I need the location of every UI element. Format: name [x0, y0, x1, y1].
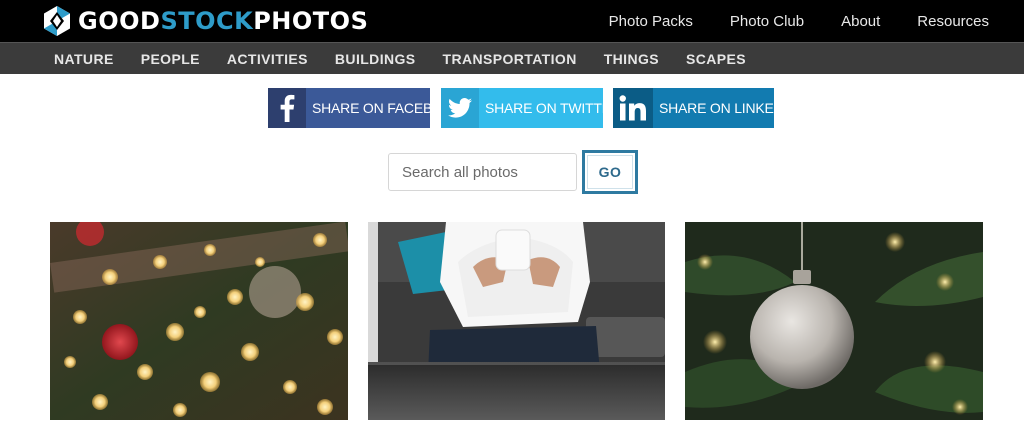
bokeh-lights-image	[50, 222, 348, 420]
share-linkedin-button[interactable]: SHARE ON LINKEDIN	[613, 88, 797, 128]
search-input[interactable]	[388, 153, 577, 191]
go-button[interactable]: GO	[582, 150, 638, 194]
share-twitter-label: SHARE ON TWITTER	[479, 88, 621, 128]
category-people[interactable]: PEOPLE	[141, 51, 200, 67]
linkedin-icon	[613, 88, 653, 128]
silver-ornament-image	[685, 222, 983, 420]
photo-bokeh-christmas-lights[interactable]	[50, 222, 348, 420]
top-bar: GOODSTOCKPHOTOS Photo Packs Photo Club A…	[0, 0, 1024, 42]
nav-about[interactable]: About	[841, 13, 897, 30]
category-scapes[interactable]: SCAPES	[686, 51, 746, 67]
facebook-icon	[268, 88, 306, 128]
category-things[interactable]: THINGS	[604, 51, 659, 67]
share-facebook-label: SHARE ON FACEBOOK	[306, 88, 463, 128]
share-facebook-button[interactable]: SHARE ON FACEBOOK	[268, 88, 463, 128]
nav-resources[interactable]: Resources	[917, 13, 1024, 30]
category-transportation[interactable]: TRANSPORTATION	[443, 51, 577, 67]
photo-silver-ornament[interactable]	[685, 222, 983, 420]
share-linkedin-label: SHARE ON LINKEDIN	[653, 88, 797, 128]
category-nature[interactable]: NATURE	[54, 51, 114, 67]
twitter-bird-icon	[441, 88, 479, 128]
logo-aperture-icon	[44, 6, 70, 36]
top-nav: Photo Packs Photo Club About Resources	[589, 0, 1024, 42]
person-mug-image	[368, 222, 665, 420]
category-activities[interactable]: ACTIVITIES	[227, 51, 308, 67]
logo-wordmark: GOODSTOCKPHOTOS	[78, 7, 369, 35]
nav-photo-club[interactable]: Photo Club	[730, 13, 821, 30]
share-twitter-button[interactable]: SHARE ON TWITTER	[441, 88, 621, 128]
category-buildings[interactable]: BUILDINGS	[335, 51, 416, 67]
nav-photo-packs[interactable]: Photo Packs	[609, 13, 710, 30]
photo-person-with-mug[interactable]	[368, 222, 665, 420]
category-bar: NATURE PEOPLE ACTIVITIES BUILDINGS TRANS…	[0, 42, 1024, 74]
site-logo[interactable]: GOODSTOCKPHOTOS	[42, 5, 368, 37]
